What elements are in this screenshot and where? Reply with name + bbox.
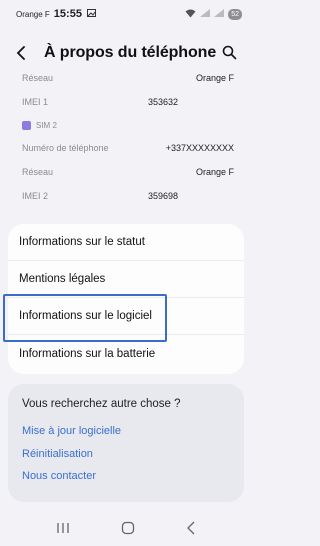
network-label: Réseau <box>22 73 54 83</box>
imei1-row: IMEI 1 353632 <box>22 90 234 114</box>
signal-icon <box>200 9 211 19</box>
help-suggestions-card: Vous recherchez autre chose ? Mise à jou… <box>8 384 244 502</box>
info-menu-card: Informations sur le statut Mentions léga… <box>3 224 244 374</box>
network-value: Orange F <box>195 167 234 177</box>
imei2-label: IMEI 2 <box>22 191 49 201</box>
menu-item-status-info[interactable]: Informations sur le statut <box>8 224 244 261</box>
back-arrow-icon[interactable] <box>16 44 34 62</box>
network-value: Orange F <box>195 73 234 83</box>
device-info-list: Réseau Orange F IMEI 1 353632 SIM 2 Numé… <box>22 66 234 208</box>
page-title: À propos du téléphone <box>44 44 217 61</box>
imei1-value: 353632 <box>148 97 179 107</box>
battery-indicator: 52 <box>228 8 242 20</box>
network-row-sim1: Réseau Orange F <box>22 66 234 90</box>
status-bar: Orange F 15:55 52 <box>0 0 252 28</box>
menu-item-label: Informations sur la batterie <box>19 347 156 360</box>
link-reset[interactable]: Réinitialisation <box>22 443 230 466</box>
network-row-sim2: Réseau Orange F <box>22 160 234 184</box>
menu-item-software-info[interactable]: Informations sur le logiciel <box>3 294 244 342</box>
network-label: Réseau <box>22 167 54 177</box>
phone-number-value: +337XXXXXXXX <box>165 143 234 153</box>
help-question: Vous recherchez autre chose ? <box>22 398 181 410</box>
status-time: 15:55 <box>53 8 82 20</box>
nav-back-icon[interactable] <box>186 521 196 540</box>
phone-number-row: Numéro de téléphone +337XXXXXXXX <box>22 136 234 160</box>
sim2-label: SIM 2 <box>36 120 57 130</box>
recents-icon[interactable] <box>56 521 70 539</box>
system-nav-bar <box>0 514 252 546</box>
menu-item-legal[interactable]: Mentions légales <box>8 261 244 298</box>
sim-icon <box>22 120 31 130</box>
menu-item-battery-info[interactable]: Informations sur la batterie <box>8 335 244 372</box>
home-icon[interactable] <box>121 521 135 540</box>
gallery-notification-icon <box>86 9 96 19</box>
imei2-row: IMEI 2 359698 <box>22 184 234 208</box>
phone-number-label: Numéro de téléphone <box>22 143 109 153</box>
search-icon[interactable] <box>222 45 238 61</box>
sim2-header: SIM 2 <box>22 114 234 136</box>
menu-item-label: Informations sur le logiciel <box>19 310 152 322</box>
menu-item-label: Mentions légales <box>19 273 106 285</box>
imei1-label: IMEI 1 <box>22 97 49 107</box>
menu-item-label: Informations sur le statut <box>19 236 145 248</box>
link-contact-us[interactable]: Nous contacter <box>22 465 230 488</box>
app-header: À propos du téléphone <box>0 38 252 68</box>
signal-icon-2 <box>214 9 225 19</box>
link-software-update[interactable]: Mise à jour logicielle <box>22 420 230 443</box>
status-carrier: Orange F <box>16 9 50 19</box>
wifi-icon <box>185 9 196 20</box>
imei2-value: 359698 <box>148 191 179 201</box>
